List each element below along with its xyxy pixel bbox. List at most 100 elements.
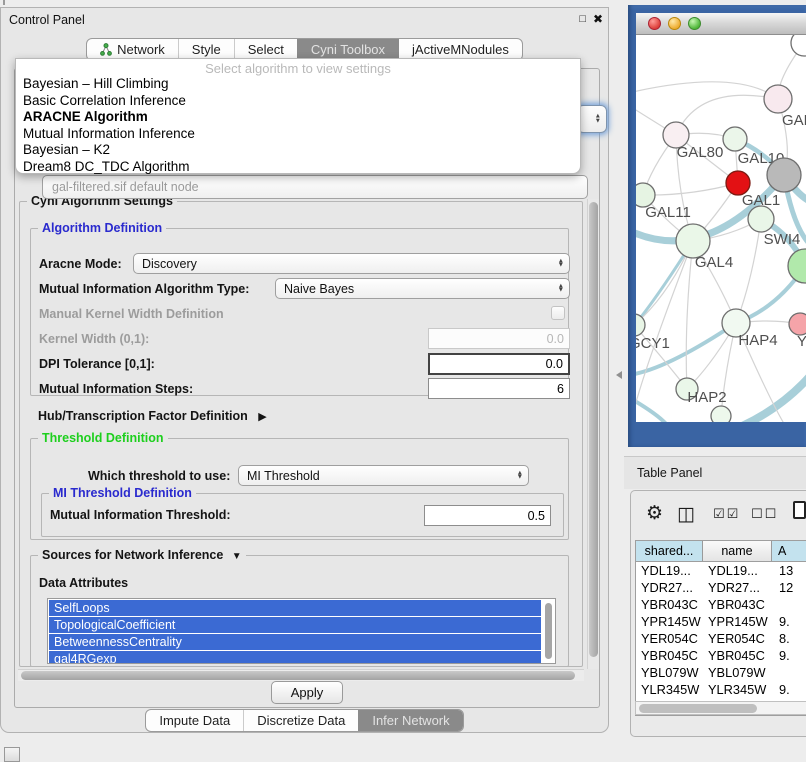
column-header-a[interactable]: A	[772, 541, 806, 561]
list-scrollbar-thumb[interactable]	[545, 603, 552, 659]
table-cell: YBR043C	[703, 597, 772, 612]
network-node-gal4[interactable]	[676, 224, 710, 258]
sources-legend[interactable]: Sources for Network Inference ▼	[38, 548, 246, 562]
network-node[interactable]	[711, 406, 731, 422]
algorithm-option-dream8-dc-tdc-algorithm[interactable]: Dream8 DC_TDC Algorithm	[16, 159, 580, 176]
tab-impute-data[interactable]: Impute Data	[146, 710, 243, 731]
manual-kernel-width-label: Manual Kernel Width Definition	[39, 307, 224, 321]
network-node-y[interactable]	[789, 313, 806, 335]
document-icon[interactable]	[793, 501, 806, 519]
algorithm-option-aracne-algorithm[interactable]: ARACNE Algorithm	[16, 109, 580, 126]
attribute-item-topologicalcoefficient[interactable]: TopologicalCoefficient	[49, 617, 541, 633]
expanded-arrow-icon[interactable]: ▼	[232, 551, 242, 562]
splitter-collapse-arrow-icon[interactable]	[616, 371, 622, 379]
algorithm-option-basic-correlation-inference[interactable]: Basic Correlation Inference	[16, 93, 580, 110]
network-node-gal[interactable]	[764, 85, 792, 113]
tab-jactivemnodules[interactable]: jActiveMNodules	[398, 39, 522, 60]
tab-discretize-data[interactable]: Discretize Data	[243, 710, 358, 731]
network-data-combobox[interactable]: gal-filtered.sif default node	[42, 175, 588, 199]
window-zoom-button[interactable]	[688, 17, 701, 30]
settings-vertical-scrollbar-thumb[interactable]	[589, 202, 598, 657]
network-edge[interactable]	[676, 95, 778, 135]
kernel-width-label: Kernel Width (0,1):	[39, 332, 149, 346]
mi-threshold-definition-legend: MI Threshold Definition	[49, 486, 196, 500]
data-attributes-listbox[interactable]: SelfLoopsTopologicalCoefficientBetweenne…	[47, 598, 556, 664]
table-horizontal-scrollbar-thumb[interactable]	[639, 704, 757, 713]
network-canvas[interactable]: GALGAL80GAL10GAL1GAL11SWI4GAL4YHAP4GCY1H…	[636, 35, 806, 422]
node-label: HAP2	[687, 389, 726, 406]
column-header-shared[interactable]: shared...	[636, 541, 703, 561]
float-window-icon[interactable]: □	[579, 13, 586, 25]
kernel-width-field[interactable]: 0.0	[428, 328, 570, 349]
network-edge[interactable]	[636, 397, 670, 422]
network-view-window[interactable]: GALGAL80GAL10GAL1GAL11SWI4GAL4YHAP4GCY1H…	[628, 5, 806, 447]
window-close-button[interactable]	[648, 17, 661, 30]
tab-style[interactable]: Style	[178, 39, 234, 60]
table-cell: YBL079W	[703, 665, 772, 680]
mi-algorithm-type-combobox[interactable]: Naive Bayes ▲ ▼	[275, 278, 570, 299]
network-node[interactable]	[791, 35, 806, 56]
settings-horizontal-scrollbar[interactable]	[18, 669, 584, 681]
tab-cyni-toolbox[interactable]: Cyni Toolbox	[297, 39, 398, 60]
network-node-gal10[interactable]	[723, 127, 747, 151]
network-node-gcy1[interactable]	[636, 314, 645, 336]
tab-network[interactable]: Network	[87, 39, 178, 60]
show-columns-checked-icon[interactable]: ☑☑	[713, 506, 740, 522]
tab-label: Discretize Data	[257, 713, 345, 728]
table-cell: YDL19...	[703, 563, 772, 578]
table-row[interactable]: YER054CYER054C8.	[636, 630, 806, 647]
table-row[interactable]: YLR345WYLR345W9.	[636, 681, 806, 698]
attribute-item-betweennesscentrality[interactable]: BetweennessCentrality	[49, 634, 541, 650]
table-horizontal-scrollbar[interactable]	[635, 701, 806, 715]
network-node[interactable]	[788, 249, 806, 283]
which-threshold-combobox[interactable]: MI Threshold ▲ ▼	[238, 465, 529, 486]
tab-select[interactable]: Select	[234, 39, 297, 60]
network-node-swi4[interactable]	[748, 206, 774, 232]
collapsed-arrow-icon[interactable]: ▶	[258, 411, 266, 423]
network-window-titlebar[interactable]	[636, 13, 806, 35]
table-row[interactable]: YBR043CYBR043C	[636, 596, 806, 613]
control-panel-title: Control Panel	[9, 13, 85, 27]
table-cell: 13	[772, 563, 806, 578]
split-column-icon[interactable]: ◫	[677, 503, 695, 526]
inference-algorithm-combobox-partial[interactable]: ▲ ▼	[577, 105, 607, 133]
table-header-row: shared...nameA	[636, 541, 806, 562]
dpi-tolerance-field[interactable]: 0.0	[428, 353, 570, 375]
settings-horizontal-scrollbar-thumb[interactable]	[21, 671, 575, 680]
column-header-name[interactable]: name	[703, 541, 772, 561]
network-edge[interactable]	[736, 219, 761, 323]
tab-label: jActiveMNodules	[412, 42, 509, 57]
settings-gear-icon[interactable]: ⚙	[646, 502, 663, 525]
window-minimize-button[interactable]	[668, 17, 681, 30]
table-row[interactable]: YPR145WYPR145W9.	[636, 613, 806, 630]
docked-panel-icon[interactable]	[4, 747, 20, 762]
algorithm-definition-group: Algorithm Definition Aracne Mode: Discov…	[30, 228, 569, 396]
table-row[interactable]: YDL19...YDL19...13	[636, 562, 806, 579]
mi-steps-field[interactable]: 6	[428, 378, 570, 399]
table-row[interactable]: YDR27...YDR27...12	[636, 579, 806, 596]
attribute-item-gal4rgexp[interactable]: gal4RGexp	[49, 651, 541, 664]
aracne-mode-combobox[interactable]: Discovery ▲ ▼	[133, 253, 570, 274]
settings-vertical-scrollbar[interactable]	[587, 199, 599, 669]
cyni-bottom-tab-row: Impute Data Discretize Data Infer Network	[1, 709, 608, 732]
dpi-tolerance-label: DPI Tolerance [0,1]:	[39, 357, 155, 371]
network-edge[interactable]	[740, 369, 806, 422]
close-icon[interactable]: ✖	[593, 12, 603, 26]
hub-transcription-factor-section[interactable]: Hub/Transcription Factor Definition ▶	[38, 409, 267, 423]
network-edge[interactable]	[686, 241, 693, 389]
algorithm-option-mutual-information-inference[interactable]: Mutual Information Inference	[16, 126, 580, 143]
algorithm-option-bayesian-k2[interactable]: Bayesian – K2	[16, 142, 580, 159]
table-row[interactable]: YBL079WYBL079W	[636, 664, 806, 681]
tab-label: Network	[117, 42, 165, 57]
network-edge[interactable]	[643, 183, 738, 195]
mi-threshold-field[interactable]: 0.5	[424, 505, 551, 526]
tab-infer-network[interactable]: Infer Network	[358, 710, 462, 731]
manual-kernel-width-checkbox[interactable]	[551, 306, 565, 320]
hide-columns-unchecked-icon[interactable]: ☐☐	[751, 506, 778, 522]
table-row[interactable]: YBR045CYBR045C9.	[636, 647, 806, 664]
cyni-algorithm-settings-group: Cyni Algorithm Settings Algorithm Defini…	[19, 201, 583, 667]
algorithm-option-bayesian-hill-climbing[interactable]: Bayesian – Hill Climbing	[16, 76, 580, 93]
network-node[interactable]	[767, 158, 801, 192]
attribute-item-selfloops[interactable]: SelfLoops	[49, 600, 541, 616]
apply-button[interactable]: Apply	[271, 681, 343, 704]
